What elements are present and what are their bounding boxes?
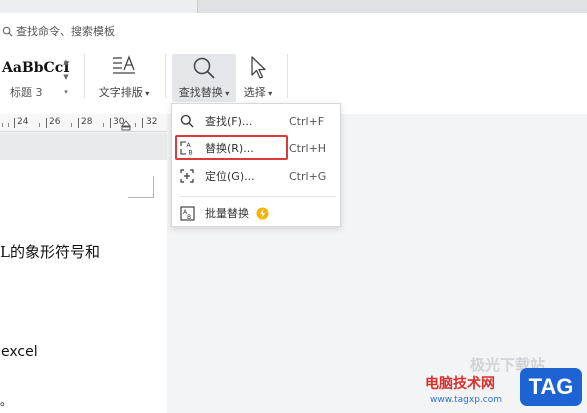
replace-highlight — [175, 135, 288, 160]
menu-item-label: 批量替换 — [205, 207, 249, 220]
document-text-line[interactable]: 。 — [0, 392, 12, 409]
style-scroll[interactable]: ▲ ▼ ▾ — [59, 54, 73, 100]
text-layout-icon — [113, 55, 135, 74]
style-gallery[interactable]: AaBbCcI 标题 3 ▲ ▼ ▾ — [0, 52, 78, 102]
watermark-badge: TAG — [520, 368, 582, 406]
svg-text:B: B — [187, 214, 191, 221]
search-icon — [179, 113, 195, 129]
menu-item-shortcut: Ctrl+F — [289, 114, 325, 128]
style-preview[interactable]: AaBbCcI — [0, 56, 70, 80]
ribbon-divider — [287, 54, 288, 98]
menu-item-shortcut: Ctrl+G — [289, 169, 327, 183]
menu-divider — [178, 196, 336, 197]
search-icon — [2, 26, 13, 36]
menu-item-batch-replace[interactable]: A B 批量替换 — [176, 201, 337, 225]
ruler-tick-label: 26 — [49, 117, 61, 127]
menu-item-find[interactable]: 查找(F)... Ctrl+F — [176, 109, 337, 133]
menu-item-label: 查找(F)... — [205, 115, 253, 128]
command-search[interactable]: 查找命令、搜索模板 — [2, 22, 115, 40]
select-button[interactable]: 选择 ▾ — [238, 54, 278, 102]
document-text-line[interactable]: excel — [1, 344, 38, 360]
ribbon-divider — [165, 54, 166, 98]
watermark-text: 电脑技术网 — [425, 376, 495, 392]
find-replace-button[interactable]: 查找替换 ▾ — [172, 54, 236, 102]
document-text-line[interactable]: L的象形符号和 — [0, 241, 100, 262]
magnifier-icon — [193, 57, 215, 79]
indent-marker-icon[interactable] — [121, 120, 131, 131]
text-layout-label: 文字排版 ▾ — [98, 86, 150, 99]
premium-badge-icon — [256, 207, 269, 220]
cursor-arrow-icon — [251, 56, 266, 79]
command-search-placeholder: 查找命令、搜索模板 — [16, 25, 115, 38]
horizontal-ruler[interactable]: 24 26 28 30 32 — [0, 114, 167, 132]
page-margin-marker — [128, 197, 154, 198]
style-name: 标题 3 — [10, 86, 43, 99]
menu-item-shortcut: Ctrl+H — [289, 141, 327, 155]
menu-item-label: 定位(G)... — [205, 170, 255, 183]
chevron-up-icon[interactable]: ▲ — [63, 58, 68, 66]
ribbon-divider — [84, 54, 85, 98]
ruler-tick-label: 28 — [81, 117, 93, 127]
menu-item-locate[interactable]: 定位(G)... Ctrl+G — [176, 164, 337, 188]
select-label: 选择 ▾ — [243, 86, 273, 99]
ruler-tick-label: 32 — [146, 117, 158, 127]
batch-replace-icon: A B — [179, 205, 195, 221]
chevron-down-icon[interactable]: ▼ — [63, 73, 68, 81]
find-replace-label: 查找替换 ▾ — [178, 86, 230, 99]
locate-icon — [179, 168, 195, 184]
title-strip — [0, 0, 587, 13]
watermark-url: www.tagxp.com — [430, 395, 502, 405]
page-margin-marker — [153, 176, 154, 198]
ruler-tick-label: 24 — [17, 117, 29, 127]
expand-icon[interactable]: ▾ — [64, 88, 68, 96]
find-replace-menu: 查找(F)... Ctrl+F A B 替换(R)... Ctrl+H 定位(G… — [171, 103, 341, 227]
document-tab[interactable] — [0, 0, 198, 13]
text-layout-button[interactable]: 文字排版 ▾ — [92, 54, 156, 102]
